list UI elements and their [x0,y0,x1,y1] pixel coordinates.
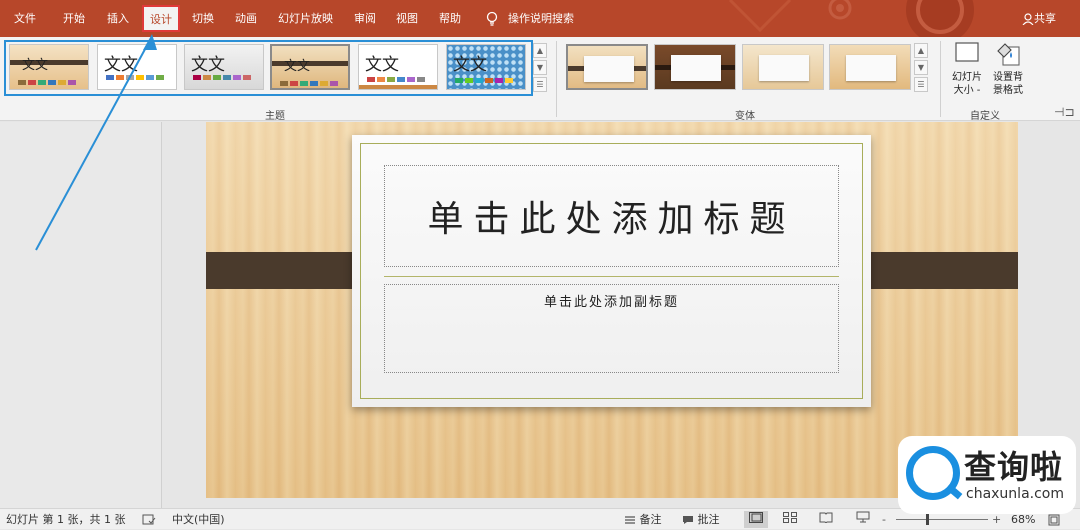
slide-size-icon [955,42,979,62]
slide-size-label-2: 大小 - [953,85,981,96]
fit-to-window-icon [1048,514,1060,526]
share-label: 共享 [1034,12,1056,25]
title-divider [384,276,839,277]
format-background-button[interactable]: 设置背 景格式 [988,41,1028,103]
watermark-logo: 查询啦 chaxunla.com [898,436,1076,514]
person-icon [1022,13,1034,26]
zoom-slider[interactable] [896,514,988,525]
notes-button[interactable]: 备注 [624,509,662,530]
title-placeholder-text: 单击此处添加标题 [427,199,796,240]
left-brown-band [206,252,368,289]
comments-label: 批注 [697,513,720,526]
variants-scroll-up[interactable]: ▲ [914,43,928,58]
zoom-slider-thumb[interactable] [926,514,929,525]
format-background-label-1: 设置背 [993,72,1023,83]
tab-review[interactable]: 审阅 [354,0,376,37]
themes-scroll-up[interactable]: ▲ [533,43,547,58]
watermark-zh: 查询啦 [964,448,1064,486]
slide-counter: 幻灯片 第 1 张，共 1 张 [6,513,126,526]
tell-me-search[interactable]: 操作说明搜索 [486,0,574,37]
tab-transitions[interactable]: 切换 [192,0,214,37]
reading-view-button[interactable] [814,511,838,528]
themes-highlight-box [4,40,533,96]
variant-1[interactable] [566,44,648,90]
right-brown-band [854,252,1018,289]
themes-group-label: 主题 [265,111,285,122]
variants-group-label: 变体 [735,111,755,122]
watermark-en: chaxunla.com [966,486,1064,502]
tab-design[interactable]: 设计 [142,5,180,32]
slide-thumbnail-pane[interactable] [0,122,162,508]
variants-scroll-down[interactable]: ▼ [914,60,928,75]
notes-label: 备注 [639,513,662,526]
menu-bar: 文件 开始 插入 设计 切换 动画 幻灯片放映 审阅 视图 帮助 操作说明搜索 … [0,0,1080,37]
slide-canvas[interactable]: 单击此处添加标题 单击此处添加副标题 [206,122,1018,498]
variants-more[interactable]: ☰ [914,77,928,92]
group-divider [556,41,557,117]
normal-view-icon [749,512,763,523]
spell-check-icon[interactable] [142,509,156,530]
themes-scroll-down[interactable]: ▼ [533,60,547,75]
tell-me-label: 操作说明搜索 [508,12,574,25]
lightbulb-icon [486,11,498,26]
title-placeholder[interactable]: 单击此处添加标题 [384,165,839,267]
tab-animations[interactable]: 动画 [235,0,257,37]
tab-slideshow[interactable]: 幻灯片放映 [278,0,333,37]
notes-icon [625,516,635,524]
variant-2[interactable] [654,44,736,90]
variant-3[interactable] [742,44,824,90]
share-button[interactable]: 共享 [1022,0,1056,37]
tab-view[interactable]: 视图 [396,0,418,37]
zoom-out-button[interactable]: - [882,509,886,530]
tab-help[interactable]: 帮助 [439,0,461,37]
format-background-label-2: 景格式 [993,85,1023,96]
tab-home[interactable]: 开始 [63,0,85,37]
decorative-pattern [728,0,974,37]
slide-size-button[interactable]: 幻灯片 大小 - [948,41,986,103]
slide-content-card: 单击此处添加标题 单击此处添加副标题 [352,135,871,407]
variant-4[interactable] [829,44,911,90]
reading-view-icon [819,512,833,524]
magnifier-tail [945,483,963,500]
comments-button[interactable]: 批注 [682,509,720,530]
pin-ribbon-icon[interactable]: ⊣⊐ [1054,105,1075,119]
subtitle-placeholder[interactable]: 单击此处添加副标题 [384,284,839,373]
customize-group-label: 自定义 [970,111,1000,122]
normal-view-button[interactable] [744,511,768,528]
slideshow-icon [856,511,870,523]
slide-size-label-1: 幻灯片 [952,72,982,83]
tab-file[interactable]: 文件 [14,0,36,37]
slideshow-button[interactable] [851,511,875,528]
slide-sorter-icon [783,512,797,523]
subtitle-placeholder-text: 单击此处添加副标题 [543,295,679,310]
language-indicator[interactable]: 中文(中国) [172,509,225,530]
comment-icon [683,516,693,524]
ribbon: 文文 文文 文文 文文 文文 文文 ▲ ▼ ☰ 主题 ▲ ▼ ☰ 变体 幻灯片 … [0,37,1080,122]
tab-insert[interactable]: 插入 [107,0,129,37]
group-divider [940,41,941,117]
format-background-icon [997,43,1020,66]
slide-sorter-button[interactable] [778,511,802,528]
themes-more[interactable]: ☰ [533,77,547,92]
